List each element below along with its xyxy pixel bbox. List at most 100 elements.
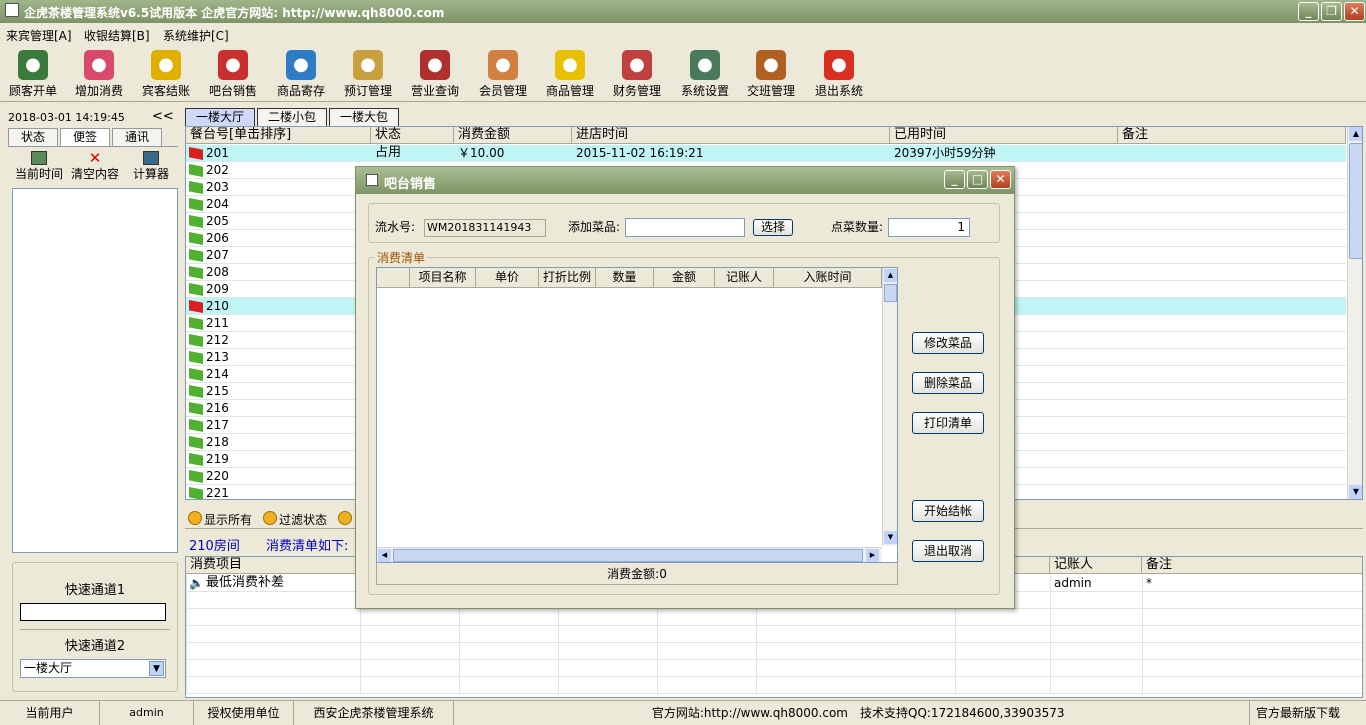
minimize-button[interactable]: _ [1298,2,1319,21]
dialog-col-8[interactable]: 入账时间 [774,268,882,288]
consume-header-note[interactable]: 备注 [1142,557,1362,574]
dialog-col-6[interactable]: 金额 [654,268,715,288]
toolbar-button-7[interactable]: ● 营业查询 [402,46,468,100]
occupied-flag-icon [189,147,203,160]
show-all-icon [188,511,202,525]
print-list-button[interactable]: 打印清单 [912,412,984,434]
toolbar-button-6[interactable]: ● 预订管理 [335,46,401,100]
toolbar-label: 吧台销售 [208,84,257,98]
calculator-label: 计算器 [132,167,169,181]
dialog-col-1[interactable] [377,268,410,288]
consume-header-item[interactable]: 消费项目 [186,557,360,574]
status-download[interactable]: 官方最新版下载 [1250,701,1366,725]
available-flag-icon [189,402,203,415]
floor-tab-2[interactable]: 二楼小包 [257,108,327,126]
table-header-1[interactable]: 餐台号[单击排序] [186,127,371,144]
occupied-flag-icon [189,300,203,313]
edit-dish-button[interactable]: 修改菜品 [912,332,984,354]
dialog-scroll-right-icon[interactable]: ▶ [866,549,879,562]
dialog-scroll-up-icon[interactable]: ▲ [884,269,897,282]
dialog-scroll-left-icon[interactable]: ◀ [378,549,391,562]
dialog-col-3[interactable]: 单价 [476,268,539,288]
available-flag-icon [189,317,203,330]
tab-contact[interactable]: 通讯 [112,128,162,146]
toolbar-button-4[interactable]: ● 吧台销售 [200,46,266,100]
floor-tab-1[interactable]: 一楼大厅 [185,108,255,126]
quick2-select[interactable]: 一楼大厅 ▼ [20,659,166,678]
table-scrollbar[interactable]: ▲ ▼ [1347,127,1362,499]
dialog-scroll-down-icon[interactable]: ▼ [884,531,897,544]
table-row[interactable]: 201 占用 ￥10.00 2015-11-02 16:19:21 20397小时59分… [186,145,1346,162]
filter-status-button[interactable]: 过滤状态 [279,511,327,528]
dialog-close-button[interactable]: ✕ [990,170,1011,189]
start-checkout-button[interactable]: 开始结帐 [912,500,984,522]
toolbar-button-12[interactable]: ● 交班管理 [738,46,804,100]
consume-row [186,677,1362,694]
select-button[interactable]: 选择 [753,219,793,236]
dialog-col-4[interactable]: 打折比例 [539,268,596,288]
toolbar-button-2[interactable]: ● 增加消费 [66,46,132,100]
toolbar-button-5[interactable]: ● 商品寄存 [268,46,334,100]
toolbar-button-11[interactable]: ● 系统设置 [672,46,738,100]
consume-row [186,643,1362,660]
dialog-v-scrollbar[interactable]: ▲ ▼ [882,268,897,546]
dialog-maximize-button[interactable]: □ [967,170,988,189]
dialog-h-scroll-thumb[interactable] [393,549,863,562]
dialog-scroll-thumb[interactable] [884,284,897,302]
menu-system[interactable]: 系统维护[C] [163,27,229,44]
show-all-button[interactable]: 显示所有 [204,511,252,528]
basket-icon: ● [286,50,316,80]
quick1-input[interactable] [20,603,166,621]
toolbar-button-9[interactable]: ● 商品管理 [537,46,603,100]
scroll-down-icon[interactable]: ▼ [1349,485,1362,499]
room-info: 210房间 [189,539,240,554]
current-time-button[interactable]: 当前时间 [12,151,66,182]
dialog-minimize-button[interactable]: _ [944,170,965,189]
left-panel: 2018-03-01 14:19:45 << 状态 便签 通讯 当前时间 ✕ 清… [4,106,180,698]
floor-tab-3[interactable]: 一楼大包 [329,108,399,126]
toolbar-button-8[interactable]: ● 会员管理 [470,46,536,100]
filter-extra-icon[interactable] [338,511,352,525]
menu-guest[interactable]: 来宾管理[A] [6,27,72,44]
consume-header-clerk[interactable]: 记账人 [1050,557,1142,574]
table-header-5[interactable]: 已用时间 [890,127,1118,144]
clear-content-label: 清空内容 [70,167,119,181]
restore-button[interactable]: ❐ [1321,2,1342,21]
clear-content-button[interactable]: ✕ 清空内容 [68,151,122,182]
available-flag-icon [189,181,203,194]
toolbar-label: 顾客开单 [8,84,57,98]
chevron-down-icon[interactable]: ▼ [149,661,164,676]
clock-icon: ● [353,50,383,80]
tab-status[interactable]: 状态 [8,128,58,146]
dialog-col-7[interactable]: 记账人 [715,268,774,288]
delete-dish-button[interactable]: 删除菜品 [912,372,984,394]
table-header-6[interactable]: 备注 [1118,127,1346,144]
close-button[interactable]: ✕ [1344,2,1365,21]
available-flag-icon [189,453,203,466]
table-header-2[interactable]: 状态 [371,127,454,144]
collapse-button[interactable]: << [152,109,174,124]
power-icon: ● [824,50,854,80]
dialog-col-5[interactable]: 数量 [596,268,654,288]
notes-textarea[interactable] [12,188,178,553]
status-website[interactable]: 官方网站:http://www.qh8000.com [454,701,854,725]
teacup-icon: ● [18,50,48,80]
tab-notes[interactable]: 便签 [60,128,110,146]
toolbar-button-1[interactable]: ● 顾客开单 [0,46,66,100]
toolbar-button-3[interactable]: ● 宾客结账 [133,46,199,100]
qty-input[interactable]: 1 [888,218,970,237]
dialog-col-2[interactable]: 项目名称 [410,268,476,288]
table-header-3[interactable]: 消费金额 [454,127,572,144]
quick2-label: 快速通道2 [64,639,126,654]
calculator-button[interactable]: 计算器 [124,151,178,182]
add-dish-input[interactable] [625,218,745,237]
table-header-4[interactable]: 进店时间 [572,127,890,144]
toolbar-button-13[interactable]: ● 退出系统 [806,46,872,100]
exit-cancel-button[interactable]: 退出取消 [912,540,984,562]
dialog-h-scrollbar[interactable]: ◀ ▶ [377,547,882,562]
scroll-up-icon[interactable]: ▲ [1349,127,1362,141]
menu-checkout[interactable]: 收银结算[B] [84,27,150,44]
datetime-display: 2018-03-01 14:19:45 [8,111,125,124]
scroll-thumb[interactable] [1349,143,1362,259]
toolbar-button-10[interactable]: ● 财务管理 [604,46,670,100]
